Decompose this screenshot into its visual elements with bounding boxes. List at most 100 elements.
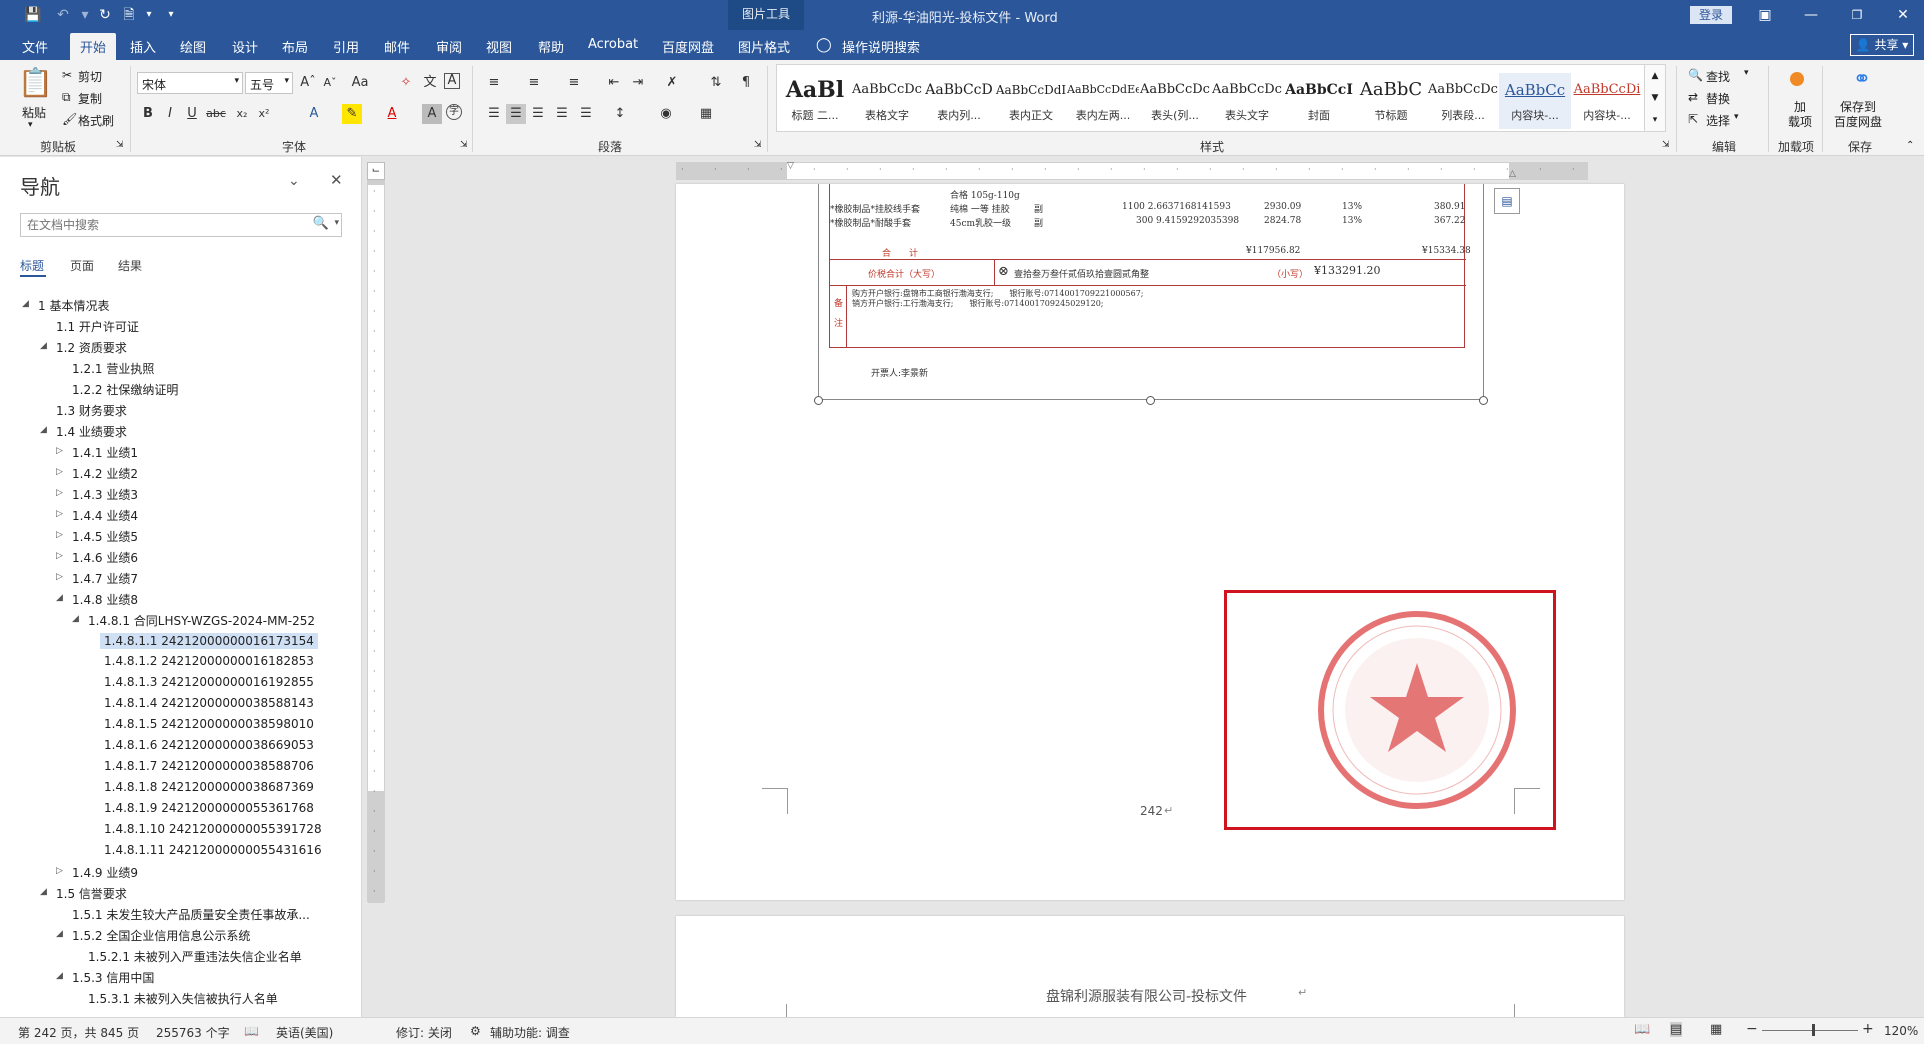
chinese-layout-icon[interactable]: ✗ bbox=[662, 73, 682, 93]
collapse-triangle-icon[interactable]: ▷ bbox=[56, 446, 63, 456]
style-tile[interactable]: AaBbCcDc 表头(列... bbox=[1139, 73, 1211, 129]
align-right-icon[interactable]: ☰ bbox=[528, 104, 548, 124]
font-launcher-icon[interactable]: ⇲ bbox=[460, 140, 468, 150]
login-button[interactable]: 登录 bbox=[1690, 6, 1732, 24]
copy-button[interactable]: 复制 bbox=[78, 90, 102, 107]
style-tile[interactable]: AaBbC 节标题 bbox=[1355, 73, 1427, 129]
tab-help[interactable]: 帮助 bbox=[538, 37, 564, 56]
nav-heading-item[interactable]: 1.5.2 全国企业信用信息公示系统 bbox=[72, 927, 250, 944]
collapse-triangle-icon[interactable]: ▷ bbox=[56, 530, 63, 540]
word-count-status[interactable]: 255763 个字 bbox=[156, 1024, 230, 1041]
read-mode-icon[interactable]: 📖 bbox=[1634, 1022, 1650, 1037]
next-document-page[interactable]: 盘锦利源服装有限公司-投标文件 ↵ bbox=[676, 916, 1624, 1017]
bullets-icon[interactable]: ≡ bbox=[484, 73, 504, 93]
shrink-font-icon[interactable]: Aˇ bbox=[320, 73, 340, 93]
paste-button[interactable]: 粘贴 bbox=[22, 104, 46, 121]
zoom-slider-thumb[interactable] bbox=[1812, 1024, 1815, 1036]
shading-icon[interactable]: ◉ bbox=[656, 104, 676, 124]
format-painter-button[interactable]: 格式刷 bbox=[78, 112, 114, 129]
tab-insert[interactable]: 插入 bbox=[130, 37, 156, 56]
track-changes-status[interactable]: 修订: 关闭 bbox=[396, 1024, 452, 1041]
style-tile[interactable]: AaBbCcDc 表头文字 bbox=[1211, 73, 1283, 129]
zoom-in-icon[interactable]: + bbox=[1862, 1021, 1874, 1037]
font-name-select[interactable]: 宋体 ▾ bbox=[137, 72, 243, 94]
tab-acrobat[interactable]: Acrobat bbox=[588, 37, 638, 52]
collapse-triangle-icon[interactable]: ▷ bbox=[56, 509, 63, 519]
tab-mailings[interactable]: 邮件 bbox=[384, 37, 410, 56]
print-layout-icon[interactable]: ▤ bbox=[1670, 1022, 1683, 1037]
tab-design[interactable]: 设计 bbox=[232, 37, 258, 56]
resize-handle[interactable] bbox=[1146, 396, 1155, 405]
expand-triangle-icon[interactable]: ◢ bbox=[40, 425, 47, 435]
expand-triangle-icon[interactable]: ◢ bbox=[56, 971, 63, 981]
new-document-icon[interactable]: 🗎 bbox=[120, 6, 138, 24]
borders-icon[interactable]: ▦ bbox=[696, 104, 716, 124]
nav-heading-item[interactable]: 1.2 资质要求 bbox=[56, 339, 127, 356]
nav-heading-item[interactable]: 1.5.2.1 未被列入严重违法失信企业名单 bbox=[88, 948, 302, 965]
tab-baidu-netdisk[interactable]: 百度网盘 bbox=[662, 37, 714, 56]
proofing-icon[interactable]: 📖 bbox=[244, 1024, 259, 1038]
expand-triangle-icon[interactable]: ◢ bbox=[56, 929, 63, 939]
nav-heading-item[interactable]: 1.4.8.1.1 24212000000016173154 bbox=[100, 633, 318, 649]
nav-heading-item[interactable]: 1.4.8 业绩8 bbox=[72, 591, 138, 608]
nav-heading-item[interactable]: 1.4.6 业绩6 bbox=[72, 549, 138, 566]
cut-icon[interactable]: ✂ bbox=[62, 68, 72, 82]
nav-options-chevron-icon[interactable]: ⌄ bbox=[288, 173, 300, 189]
paste-icon[interactable]: 📋 bbox=[18, 66, 53, 106]
character-shading-icon[interactable]: A bbox=[422, 104, 442, 124]
nav-heading-item[interactable]: 1.4.8.1.2 24212000000016182853 bbox=[104, 654, 314, 668]
nav-heading-item[interactable]: 1.4.8.1.11 24212000000055431616 bbox=[104, 843, 322, 857]
collapse-triangle-icon[interactable]: ▷ bbox=[56, 866, 63, 876]
zoom-slider[interactable] bbox=[1762, 1030, 1858, 1031]
paragraph-launcher-icon[interactable]: ⇲ bbox=[754, 140, 762, 150]
superscript-icon[interactable]: x² bbox=[254, 104, 274, 124]
addins-icon[interactable] bbox=[1790, 72, 1804, 86]
tab-references[interactable]: 引用 bbox=[333, 37, 359, 56]
tab-selector[interactable]: ⌙ bbox=[367, 162, 385, 180]
save-icon[interactable]: 💾 bbox=[24, 6, 42, 24]
document-page[interactable]: 合格 105g-110g *橡胶制品*挂胶线手套 纯棉 一等 挂胶 副 1100… bbox=[676, 184, 1624, 900]
new-document-dropdown-icon[interactable]: ▾ bbox=[140, 6, 158, 24]
page-count-status[interactable]: 第 242 页，共 845 页 bbox=[18, 1024, 139, 1041]
vertical-ruler[interactable]: · · · · · · · · · · · · · · · · · · · · · · · · · · · · · · · · · · · · bbox=[367, 162, 385, 903]
collapse-ribbon-icon[interactable]: ⌃ bbox=[1906, 140, 1914, 151]
align-left-icon[interactable]: ☰ bbox=[484, 104, 504, 124]
restore-icon[interactable]: ❐ bbox=[1848, 6, 1866, 24]
sort-icon[interactable]: ⇅ bbox=[706, 73, 726, 93]
style-tile[interactable]: AaBbCcDi 内容块-... bbox=[1571, 73, 1643, 129]
italic-icon[interactable]: I bbox=[160, 104, 180, 124]
nav-search-field[interactable]: 🔍 ▾ bbox=[20, 213, 342, 237]
multilevel-list-icon[interactable]: ≡ bbox=[564, 73, 584, 93]
nav-heading-item[interactable]: 1.4.7 业绩7 bbox=[72, 570, 138, 587]
change-case-icon[interactable]: Aa bbox=[350, 73, 370, 93]
layout-options-icon[interactable]: ▤ bbox=[1494, 188, 1520, 214]
tab-file[interactable]: 文件 bbox=[22, 37, 48, 56]
show-marks-icon[interactable]: ¶ bbox=[736, 73, 756, 93]
expand-triangle-icon[interactable]: ◢ bbox=[56, 593, 63, 603]
nav-heading-item[interactable]: 1.4.8.1.4 24212000000038588143 bbox=[104, 696, 314, 710]
nav-heading-item[interactable]: 1.4.8.1.8 24212000000038687369 bbox=[104, 780, 314, 794]
tell-me-search[interactable]: 操作说明搜索 bbox=[842, 37, 920, 56]
tab-results[interactable]: 结果 bbox=[118, 257, 142, 274]
text-effects-icon[interactable]: A bbox=[304, 104, 324, 124]
zoom-out-icon[interactable]: − bbox=[1746, 1021, 1758, 1037]
nav-heading-item[interactable]: 1.5 信誉要求 bbox=[56, 885, 127, 902]
save-to-baidu-button[interactable]: 保存到 百度网盘 bbox=[1834, 100, 1882, 130]
expand-triangle-icon[interactable]: ◢ bbox=[40, 887, 47, 897]
resize-handle[interactable] bbox=[814, 396, 823, 405]
cut-button[interactable]: 剪切 bbox=[78, 68, 102, 85]
tab-layout[interactable]: 布局 bbox=[282, 37, 308, 56]
search-icon[interactable]: 🔍 bbox=[313, 216, 329, 231]
nav-heading-item[interactable]: 1.3 财务要求 bbox=[56, 402, 127, 419]
clipboard-launcher-icon[interactable]: ⇲ bbox=[116, 140, 124, 150]
character-border-icon[interactable]: A bbox=[444, 73, 460, 89]
bold-icon[interactable]: B bbox=[138, 104, 158, 124]
nav-heading-item[interactable]: 1.2.2 社保缴纳证明 bbox=[72, 381, 178, 398]
find-icon[interactable]: 🔍 bbox=[1688, 68, 1703, 82]
undo-dropdown-icon[interactable]: ▾ bbox=[76, 6, 94, 24]
nav-search-input[interactable] bbox=[21, 214, 301, 236]
style-tile[interactable]: AaBbCcDc 列表段... bbox=[1427, 73, 1499, 129]
select-dropdown-icon[interactable]: ▾ bbox=[1734, 112, 1739, 122]
justify-icon[interactable]: ☰ bbox=[552, 104, 572, 124]
replace-icon[interactable]: ⇄ bbox=[1688, 90, 1698, 104]
